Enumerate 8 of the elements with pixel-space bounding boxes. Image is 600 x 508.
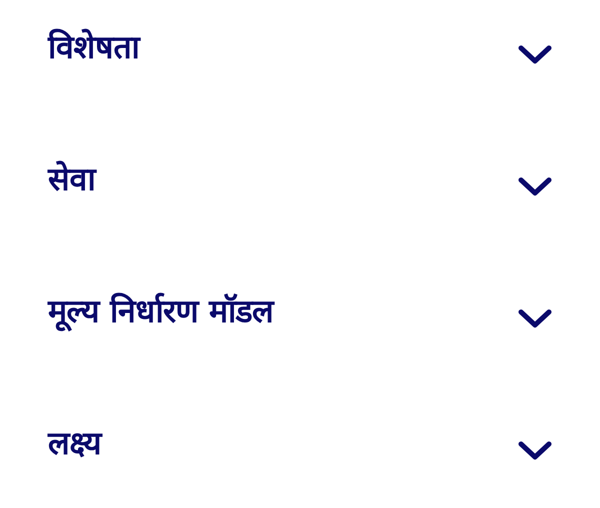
chevron-icon[interactable] [518,308,552,330]
accordion-header[interactable]: सेवा [48,160,95,198]
accordion-header[interactable]: मूल्य निर्धारण मॉडल [48,292,274,330]
chevron-icon[interactable] [518,440,552,462]
accordion-header[interactable]: लक्ष्य [48,424,102,462]
chevron-icon[interactable] [518,176,552,198]
chevron-icon[interactable] [518,44,552,66]
accordion-header[interactable]: विशेषता [48,28,139,66]
